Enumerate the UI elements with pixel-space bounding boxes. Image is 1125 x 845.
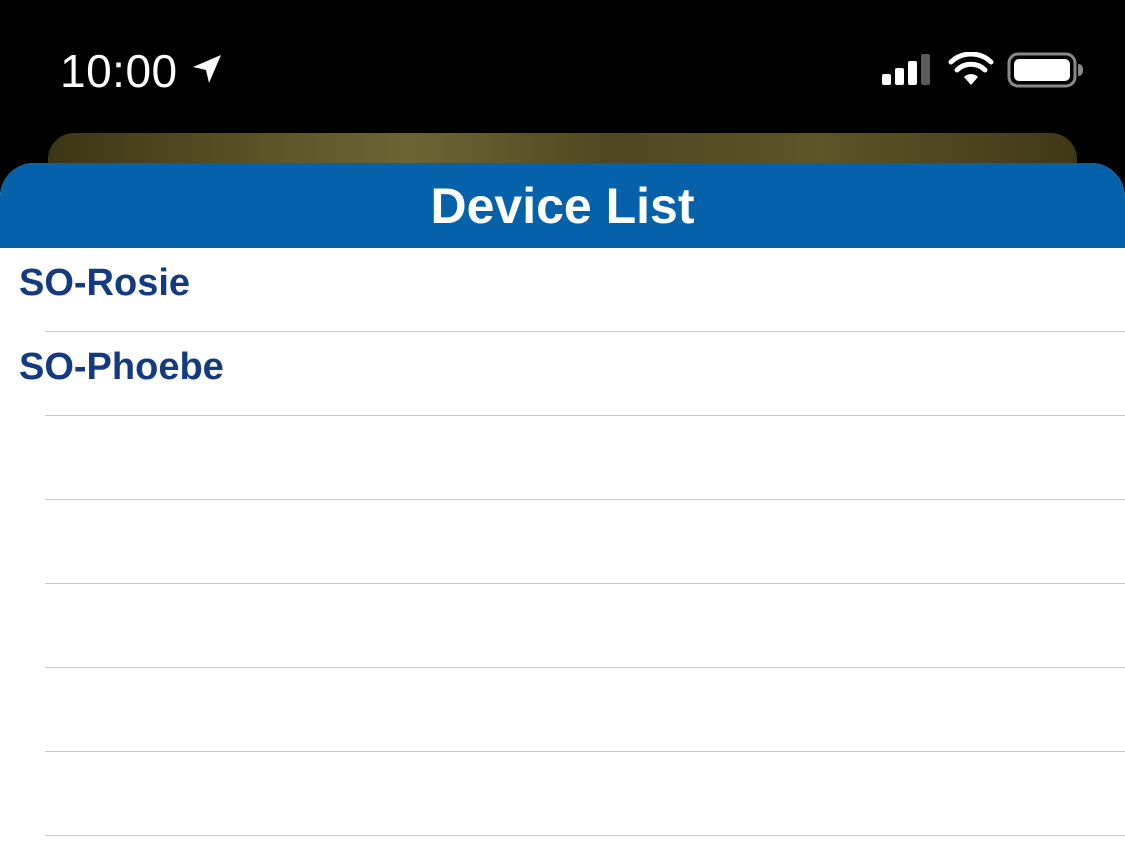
phone-screen: 10:00 Device List SO-Rosie SO-Phoebe: [0, 0, 1125, 845]
sheet-header: Device List: [0, 163, 1125, 248]
sheet-title: Device List: [430, 177, 695, 234]
location-arrow-icon: [193, 55, 221, 83]
empty-row: [0, 500, 1125, 584]
status-bar: 10:00: [0, 0, 1125, 132]
cellular-signal-icon: [882, 54, 930, 85]
battery-icon: [1007, 52, 1083, 88]
device-label: SO-Phoebe: [19, 346, 224, 388]
empty-row: [0, 416, 1125, 500]
device-label: SO-Rosie: [19, 262, 191, 304]
device-list: SO-Rosie SO-Phoebe: [0, 248, 1125, 836]
wifi-icon: [948, 52, 994, 85]
empty-row: [0, 668, 1125, 752]
empty-row: [0, 584, 1125, 668]
status-time: 10:00: [60, 45, 178, 97]
device-list-sheet: Device List SO-Rosie SO-Phoebe: [0, 163, 1125, 845]
empty-row: [0, 752, 1125, 836]
device-row-so-phoebe[interactable]: SO-Phoebe: [0, 332, 1125, 416]
device-row-so-rosie[interactable]: SO-Rosie: [0, 248, 1125, 332]
